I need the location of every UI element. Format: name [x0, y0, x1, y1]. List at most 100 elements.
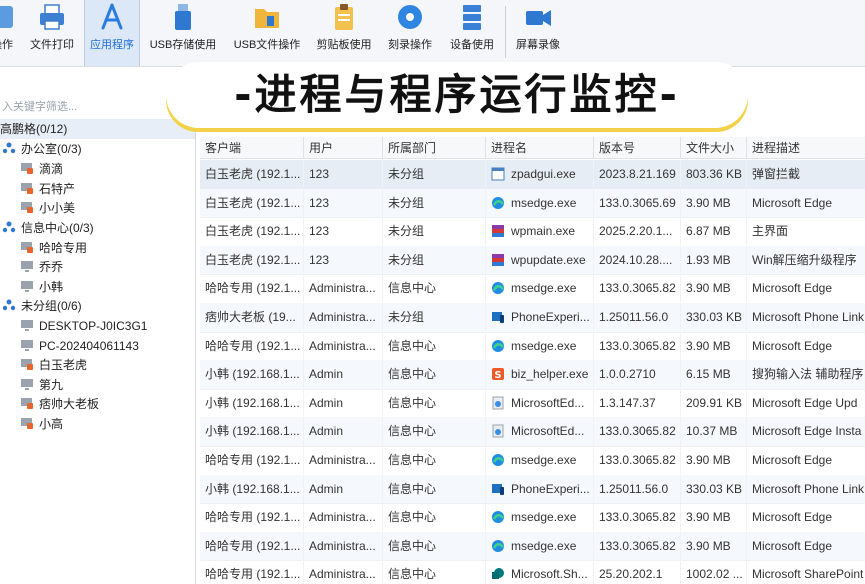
cell-dept: 信息中心: [383, 388, 486, 417]
table-row[interactable]: 白玉老虎 (192.1... 123 未分组 wpmain.exe 2025.2.20.…: [200, 217, 865, 247]
table-row[interactable]: 痞帅大老板 (19... Administra... 未分组 PhoneExperi.…: [200, 303, 865, 333]
tree-computer-item[interactable]: 乔乔: [20, 257, 63, 277]
computer-offline-icon: [21, 182, 33, 194]
table-row[interactable]: 哈哈专用 (192.1... Administra... 信息中心 msedge.ex…: [200, 531, 865, 562]
tree-item-label: 白玉老虎: [39, 358, 88, 372]
cell-ver: 25.20.202.1: [594, 560, 681, 584]
tree-computer-item[interactable]: 第九: [20, 375, 63, 395]
computer-offline-icon: [21, 398, 33, 409]
column-header[interactable]: 文件大小: [681, 137, 747, 159]
toolbar-device-button[interactable]: 设备使用: [444, 0, 500, 66]
phone-icon: [491, 482, 511, 496]
installer-icon: [491, 424, 511, 438]
table-row[interactable]: 白玉老虎 (192.1... 123 未分组 msedge.exe 133.0.3065…: [200, 188, 865, 219]
tree-search-input[interactable]: 入关键字筛选...: [0, 97, 192, 117]
cell-user: 123: [304, 160, 383, 188]
cell-ver: 2024.10.28....: [594, 245, 681, 274]
tree-computer-item[interactable]: DESKTOP-J0IC3G1: [20, 316, 147, 336]
process-name: msedge.exe: [511, 281, 577, 296]
cell-desc: Microsoft Phone Link: [747, 475, 865, 503]
tree-item-label: 未分组(0/6): [21, 299, 82, 313]
group-icon: [2, 299, 16, 311]
cell-desc: Microsoft Phone Link: [747, 303, 865, 331]
toolbar-clipboard-button[interactable]: 剪贴板使用: [312, 0, 376, 66]
cell-size: 209.91 KB: [681, 388, 747, 417]
table-row[interactable]: 小韩 (192.168.1... Admin 信息中心 PhoneExperi... 1…: [200, 474, 865, 505]
group-icon: [2, 142, 16, 154]
toolbar-screen-record-button[interactable]: 屏幕录像: [510, 0, 566, 66]
tree-group[interactable]: 未分组(0/6): [2, 296, 82, 316]
cell-proc: PhoneExperi...: [486, 474, 594, 503]
cell-ver: 133.0.3065.82: [594, 274, 681, 303]
cell-dept: 信息中心: [383, 560, 486, 584]
toolbar-label: 屏幕录像: [516, 39, 560, 51]
table-row[interactable]: 哈哈专用 (192.1... Administra... 信息中心 msedge.ex…: [200, 331, 865, 362]
tree-group[interactable]: 办公室(0/3): [2, 139, 82, 159]
cell-desc: 主界面: [747, 217, 865, 245]
tree-item-label: 哈哈专用: [39, 240, 88, 255]
cell-client: 哈哈专用 (192.1...: [200, 503, 304, 532]
toolbar-label: 操作: [0, 39, 13, 51]
toolbar-applications-button[interactable]: 应用程序: [84, 0, 140, 66]
table-row[interactable]: 哈哈专用 (192.1... Administra... 信息中心 Microsoft…: [200, 560, 865, 584]
tree-computer-item[interactable]: 小高: [20, 414, 63, 434]
column-header[interactable]: 进程名: [486, 137, 594, 159]
table-row[interactable]: 小韩 (192.168.1... Admin 信息中心 MicrosoftEd... 1…: [200, 388, 865, 419]
cell-ver: 1.25011.56.0: [594, 303, 681, 331]
toolbar-usb-file-button[interactable]: USB文件操作: [228, 0, 306, 66]
column-header[interactable]: 用户: [304, 137, 383, 159]
cell-dept: 未分组: [383, 160, 486, 188]
table-row[interactable]: 哈哈专用 (192.1... Administra... 信息中心 msedge.ex…: [200, 503, 865, 533]
usb-drive-icon: [175, 4, 191, 30]
computer-offline-icon: [21, 417, 33, 429]
tree-computer-item[interactable]: PC-202404061143: [20, 336, 139, 356]
edge-icon: [491, 539, 511, 553]
tree-item-label: PC-202404061143: [39, 338, 139, 353]
toolbar-label: USB文件操作: [233, 39, 301, 51]
disc-icon: [398, 5, 422, 29]
process-name: msedge.exe: [511, 195, 577, 210]
computer-offline-icon: [21, 163, 33, 174]
tree-item-label: 信息中心(0/3): [21, 220, 94, 235]
sogou-icon: S: [491, 367, 511, 381]
column-header[interactable]: 进程描述: [747, 137, 865, 159]
cell-proc: wpupdate.exe: [486, 245, 594, 274]
tree-item-label: 办公室(0/3): [21, 142, 82, 156]
tree-item-label: 小韩: [39, 279, 64, 294]
toolbar-label: 刻录操作: [388, 39, 432, 51]
tree-computer-item[interactable]: 滴滴: [20, 159, 63, 179]
tree-computer-item[interactable]: 小小美: [20, 198, 75, 218]
tree-item-label: 第九: [39, 377, 64, 392]
process-name: wpupdate.exe: [511, 252, 586, 267]
cell-desc: Win解压缩升级程序: [747, 246, 865, 274]
column-header[interactable]: 版本号: [594, 137, 681, 159]
table-row[interactable]: 哈哈专用 (192.1... Administra... 信息中心 msedge.ex…: [200, 446, 865, 476]
toolbar-burn-button[interactable]: 刻录操作: [382, 0, 438, 66]
column-header[interactable]: 客户端: [200, 137, 304, 159]
tree-computer-item[interactable]: 白玉老虎: [20, 355, 87, 375]
cell-ver: 133.0.3065.69: [594, 188, 681, 217]
toolbar-file-print-button[interactable]: 文件打印: [24, 0, 80, 66]
edge-icon: [491, 510, 511, 524]
tree-item-label: DESKTOP-J0IC3G1: [39, 319, 148, 333]
table-row[interactable]: 小韩 (192.168.1... Admin 信息中心 MicrosoftEd... 1…: [200, 417, 865, 447]
tree-computer-item[interactable]: 小韩: [20, 277, 63, 297]
cell-dept: 信息中心: [383, 474, 486, 503]
cell-dept: 信息中心: [383, 331, 486, 360]
table-row[interactable]: 小韩 (192.168.1... Admin 信息中心 Sbiz_helper.exe…: [200, 360, 865, 390]
toolbar-operation-button[interactable]: 操作: [0, 0, 18, 66]
toolbar-usb-storage-button[interactable]: USB存储使用: [146, 0, 220, 66]
cell-dept: 信息中心: [383, 446, 486, 474]
table-row[interactable]: 哈哈专用 (192.1... Administra... 信息中心 msedge.ex…: [200, 274, 865, 304]
column-header[interactable]: 所属部门: [383, 137, 486, 159]
tree-computer-item[interactable]: 痞帅大老板: [20, 394, 99, 414]
tree-computer-item[interactable]: 哈哈专用: [20, 238, 87, 258]
table-row[interactable]: 白玉老虎 (192.1... 123 未分组 wpupdate.exe 2024.10.…: [200, 245, 865, 276]
edge-icon: [491, 196, 511, 210]
tree-group[interactable]: 信息中心(0/3): [2, 218, 94, 238]
process-name: msedge.exe: [511, 538, 577, 553]
cell-proc: msedge.exe: [486, 503, 594, 532]
cell-dept: 未分组: [383, 303, 486, 331]
tree-computer-item[interactable]: 石特产: [20, 179, 75, 199]
table-row[interactable]: 白玉老虎 (192.1... 123 未分组 zpadgui.exe 2023.8.21…: [200, 160, 865, 190]
